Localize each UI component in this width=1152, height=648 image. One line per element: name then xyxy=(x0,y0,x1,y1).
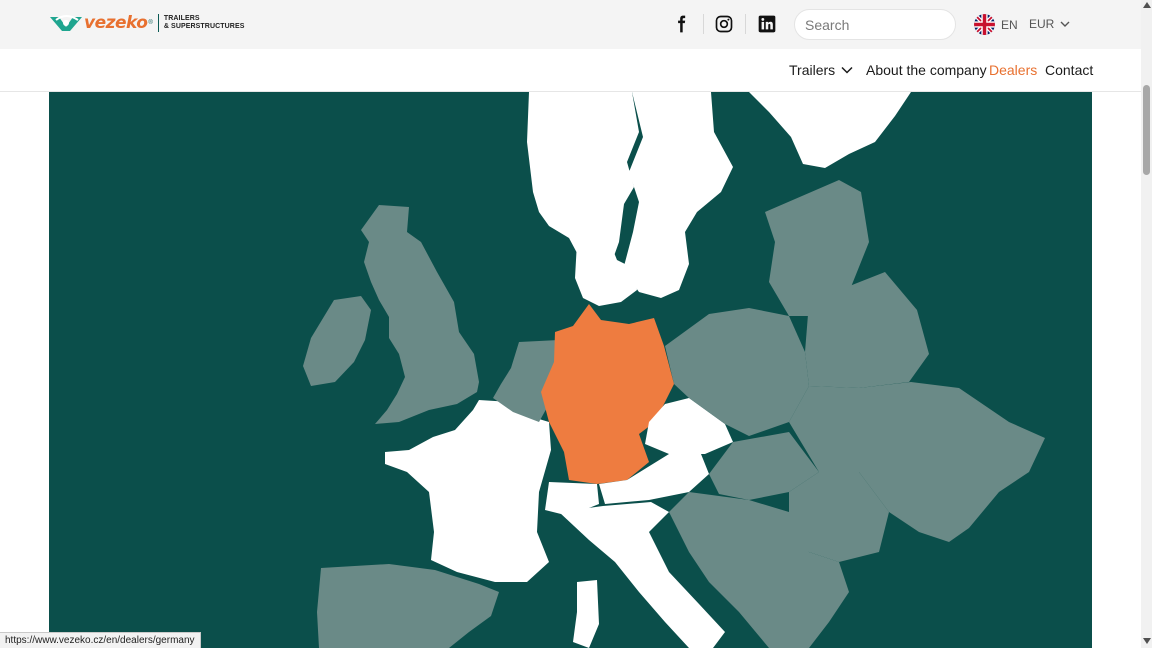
logo-divider xyxy=(157,14,159,32)
language-label: EN xyxy=(1001,17,1018,32)
country-spain[interactable] xyxy=(317,564,499,648)
chevron-down-icon[interactable] xyxy=(840,63,854,77)
facebook-icon xyxy=(678,15,686,33)
logo-brand-text: vezeko xyxy=(84,13,148,33)
europe-map xyxy=(303,92,1045,648)
logo-registered-mark: ® xyxy=(148,20,153,26)
instagram-link[interactable] xyxy=(713,13,735,35)
social-separator xyxy=(703,14,704,34)
scroll-up-arrow-icon[interactable] xyxy=(1143,2,1151,8)
country-united-kingdom[interactable] xyxy=(361,205,479,424)
top-bar: vezeko ® TRAILERS & SUPERSTRUCTURES EN xyxy=(0,0,1141,49)
country-sardinia[interactable] xyxy=(573,580,599,648)
currency-label: EUR xyxy=(1029,17,1055,31)
country-germany[interactable] xyxy=(541,304,674,484)
country-ireland[interactable] xyxy=(303,296,371,386)
country-sweden[interactable] xyxy=(623,92,733,298)
logo-tagline: TRAILERS & SUPERSTRUCTURES xyxy=(164,15,245,31)
instagram-icon xyxy=(715,15,733,33)
dealers-map xyxy=(49,92,1092,648)
vezeko-logo[interactable]: vezeko ® TRAILERS & SUPERSTRUCTURES xyxy=(49,14,245,32)
nav-item-dealers[interactable]: Dealers xyxy=(989,62,1037,78)
page-scrollbar[interactable] xyxy=(1141,0,1152,648)
uk-flag-icon xyxy=(974,14,995,35)
currency-selector[interactable]: EUR xyxy=(1029,17,1071,31)
logo-tagline-line2: & SUPERSTRUCTURES xyxy=(163,23,245,30)
chevron-down-icon xyxy=(1060,21,1070,27)
linkedin-link[interactable] xyxy=(756,13,778,35)
nav-item-contact[interactable]: Contact xyxy=(1045,62,1093,78)
search-input[interactable] xyxy=(794,9,956,40)
logo-tagline-line1: TRAILERS xyxy=(163,15,200,22)
scroll-down-arrow-icon[interactable] xyxy=(1143,638,1151,644)
logo-mark-icon xyxy=(50,15,82,31)
country-denmark[interactable] xyxy=(575,240,637,306)
link-status-bar: https://www.vezeko.cz/en/dealers/germany xyxy=(0,632,201,648)
country-finland[interactable] xyxy=(749,92,911,168)
country-france[interactable] xyxy=(385,400,551,582)
linkedin-icon xyxy=(758,15,776,33)
nav-item-about[interactable]: About the company xyxy=(866,62,987,78)
social-separator xyxy=(745,14,746,34)
nav-item-trailers[interactable]: Trailers xyxy=(789,62,835,78)
scrollbar-thumb[interactable] xyxy=(1143,85,1150,175)
facebook-link[interactable] xyxy=(670,13,692,35)
language-selector[interactable]: EN xyxy=(974,14,1018,35)
main-navigation: Trailers About the company Dealers Conta… xyxy=(0,49,1141,92)
